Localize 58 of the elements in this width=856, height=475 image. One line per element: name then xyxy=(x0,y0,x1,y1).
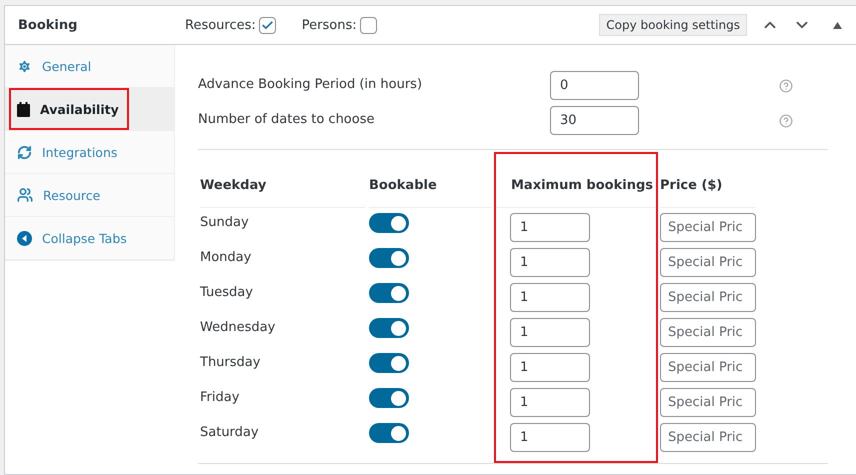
price-field[interactable]: Special Pric xyxy=(660,283,756,312)
gear-icon xyxy=(17,58,32,74)
sidebar-tab[interactable]: Collapse Tabs xyxy=(5,217,174,260)
collapse-icon xyxy=(17,230,32,246)
price-field[interactable]: Special Pric xyxy=(660,423,756,452)
tab-label: General xyxy=(42,58,92,74)
weekday-label: Wednesday xyxy=(200,319,276,335)
price-field[interactable]: Special Pric xyxy=(660,213,756,242)
max-bookings-field[interactable]: 1 xyxy=(510,318,590,347)
setting-label: Number of dates to choose xyxy=(198,111,376,127)
copy-settings-button[interactable]: Copy booking settings xyxy=(599,14,747,36)
column-header: Weekday xyxy=(200,178,365,208)
toggle-switch[interactable] xyxy=(369,248,409,268)
weekday-label: Tuesday xyxy=(200,284,253,300)
weekday-label: Friday xyxy=(200,389,240,405)
checkbox[interactable] xyxy=(258,16,276,34)
sidebar-tab[interactable]: Resource xyxy=(5,174,174,217)
tab-label: Integrations xyxy=(42,144,118,160)
tab-label: Availability xyxy=(40,102,119,116)
toggle-switch[interactable] xyxy=(369,283,409,303)
toggle-switch[interactable] xyxy=(369,388,409,408)
max-bookings-field[interactable]: 1 xyxy=(510,353,590,382)
column-header: Price ($) xyxy=(660,178,756,208)
people-icon xyxy=(17,187,33,203)
setting-label: Advance Booking Period (in hours) xyxy=(198,76,424,92)
max-bookings-field[interactable]: 1 xyxy=(510,388,590,417)
weekday-label: Monday xyxy=(200,249,252,265)
toggle-switch[interactable] xyxy=(369,353,409,373)
weekday-label: Saturday xyxy=(200,424,259,440)
price-field[interactable]: Special Pric xyxy=(660,318,756,347)
max-bookings-field[interactable]: 1 xyxy=(510,248,590,277)
toggle-switch[interactable] xyxy=(369,423,409,443)
column-header: Bookable xyxy=(369,178,492,208)
sidebar-tab[interactable]: Integrations xyxy=(5,131,174,174)
option-label: Resources: xyxy=(185,18,256,32)
sync-icon xyxy=(17,144,32,160)
weekday-label: Thursday xyxy=(200,354,260,370)
weekday-label: Sunday xyxy=(200,214,249,230)
max-bookings-field[interactable]: 1 xyxy=(510,283,590,312)
price-field[interactable]: Special Pric xyxy=(660,353,756,382)
number-field[interactable]: 0 xyxy=(550,71,639,100)
tab-label: Collapse Tabs xyxy=(42,230,127,246)
tab-label: Resource xyxy=(43,188,100,202)
column-header: Maximum bookings xyxy=(496,178,656,208)
checkbox[interactable] xyxy=(360,16,377,34)
sidebar-tab[interactable]: Availability xyxy=(5,88,174,131)
toggle-switch[interactable] xyxy=(369,318,409,338)
max-bookings-field[interactable]: 1 xyxy=(510,423,590,452)
price-field[interactable]: Special Pric xyxy=(660,248,756,277)
price-field[interactable]: Special Pric xyxy=(660,388,756,417)
calendar-icon xyxy=(17,102,30,116)
max-bookings-field[interactable]: 1 xyxy=(510,213,590,242)
collapse-triangle-icon[interactable] xyxy=(833,22,842,28)
toggle-switch[interactable] xyxy=(369,213,409,233)
check-icon xyxy=(260,18,274,32)
option-label: Persons: xyxy=(302,18,357,32)
number-field[interactable]: 30 xyxy=(550,106,639,135)
panel-title: Booking xyxy=(18,18,78,32)
